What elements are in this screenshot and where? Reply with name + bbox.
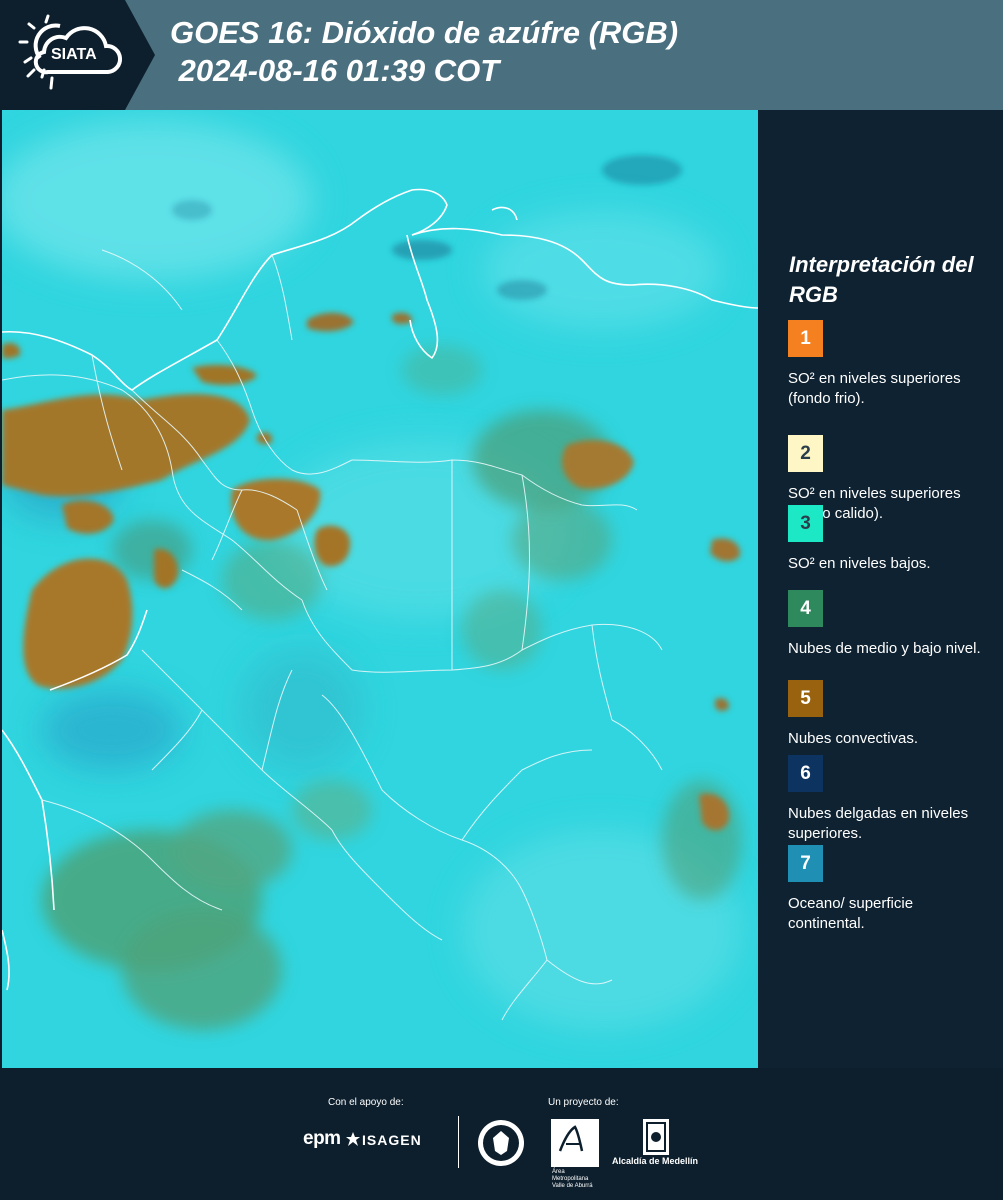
legend-swatch-7: 7 [788, 845, 823, 882]
page-title: GOES 16: Dióxido de azúfre (RGB) 2024-08… [170, 14, 678, 90]
legend-item-7: 7 Oceano/ superficie continental. [788, 845, 993, 934]
isagen-logo: ISAGEN [362, 1132, 422, 1148]
support-label: Con el apoyo de: [328, 1097, 404, 1108]
medellin-name: Alcaldía de Medellín [612, 1156, 699, 1166]
legend-label-7: Oceano/ superficie continental. [788, 895, 914, 932]
legend-swatch-2: 2 [788, 435, 823, 472]
legend-label-4: Nubes de medio y bajo nivel. [788, 640, 981, 657]
amva-logo-icon [551, 1119, 599, 1167]
amva-name: Área Metropolitana Valle de Aburrá [552, 1169, 593, 1189]
legend-item-1: 1 SO² en niveles superiores (fondo frio). [788, 320, 993, 409]
title-line-2: 2024-08-16 01:39 COT [170, 53, 500, 88]
legend-item-5: 5 Nubes convectivas. [788, 680, 993, 749]
legend-label-5: Nubes convectivas. [788, 730, 919, 747]
legend-label-3: SO² en niveles bajos. [788, 555, 931, 572]
legend-label-1: SO² en niveles superiores (fondo frio). [788, 370, 961, 407]
title-line-1: GOES 16: Dióxido de azúfre (RGB) [170, 15, 679, 50]
seal-icon [478, 1120, 524, 1166]
legend-label-6: Nubes delgadas en niveles superiores. [788, 805, 969, 842]
footer-divider [458, 1116, 459, 1168]
legend-swatch-6: 6 [788, 755, 823, 792]
project-label: Un proyecto de: [548, 1097, 619, 1108]
legend-swatch-3: 3 [788, 505, 823, 542]
legend-panel: Interpretación del RGB 1 SO² en niveles s… [758, 110, 1003, 1068]
footer: Con el apoyo de: Un proyecto de: epm ISA… [0, 1068, 1003, 1200]
legend-swatch-4: 4 [788, 590, 823, 627]
siata-logo-text: SIATA [51, 46, 97, 63]
isagen-icon [346, 1132, 360, 1146]
legend-swatch-1: 1 [788, 320, 823, 357]
satellite-map[interactable] [2, 110, 758, 1068]
legend-item-3: 3 SO² en niveles bajos. [788, 505, 993, 574]
header-bar: SIATA GOES 16: Dióxido de azúfre (RGB) 2… [0, 0, 1003, 110]
medellin-shield-icon [643, 1119, 669, 1155]
legend-swatch-5: 5 [788, 680, 823, 717]
legend-title: Interpretación del RGB [789, 252, 974, 307]
siata-logo: SIATA [0, 0, 155, 110]
epm-logo: epm [303, 1128, 341, 1149]
legend-item-6: 6 Nubes delgadas en niveles superiores. [788, 755, 993, 844]
legend-item-4: 4 Nubes de medio y bajo nivel. [788, 590, 993, 659]
